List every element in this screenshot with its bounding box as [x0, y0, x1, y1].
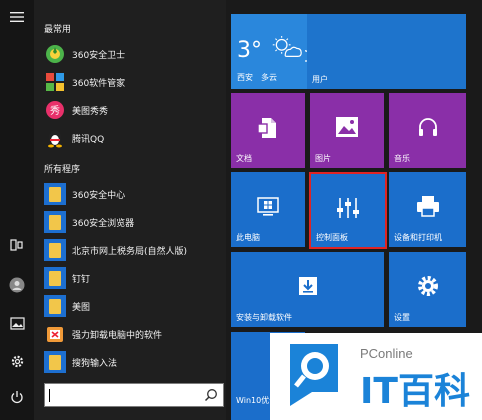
svg-text:秀: 秀	[50, 105, 60, 117]
printer-icon	[389, 194, 466, 218]
uninstall-icon	[44, 323, 66, 345]
folder-icon	[44, 351, 66, 373]
360-security-icon	[44, 43, 66, 65]
app-label: 美图	[72, 302, 91, 313]
tile-label: 设备和打印机	[394, 233, 442, 242]
devices-printers-tile[interactable]: 设备和打印机	[389, 172, 466, 247]
install-uninstall-tile[interactable]: 安装与卸载软件	[231, 252, 384, 327]
app-list: 最常用 360安全卫士 360软件管家 秀 美图秀秀 腾讯QQ 所有程序 360…	[34, 0, 226, 420]
weather-temperature: 3°	[237, 38, 262, 63]
app-item-meitu[interactable]: 美图	[44, 294, 224, 318]
weather-city: 西安	[237, 73, 253, 82]
app-item-sogou-input[interactable]: 搜狗输入法	[44, 350, 224, 374]
tile-label: 安装与卸载软件	[236, 313, 292, 322]
folder-icon	[44, 183, 66, 205]
watermark-brand-small: PConline	[360, 346, 413, 361]
weather-tile-content: 3° 西安 多云	[231, 14, 305, 89]
documents-tile[interactable]: 文档	[231, 93, 305, 168]
install-download-icon	[231, 274, 384, 298]
app-item-360-software-manager[interactable]: 360软件管家	[44, 70, 224, 94]
tile-label: 用户	[312, 75, 328, 84]
app-label: 360安全浏览器	[72, 218, 135, 229]
pictures-icon	[310, 115, 384, 139]
text-caret	[49, 389, 50, 402]
user-avatar-icon[interactable]	[8, 276, 26, 294]
360-software-manager-icon	[44, 71, 66, 93]
app-item-360-security[interactable]: 360安全卫士	[44, 42, 224, 66]
tablet-mode-icon[interactable]	[8, 236, 26, 254]
music-tile[interactable]: 音乐	[389, 93, 466, 168]
search-icon[interactable]	[204, 388, 218, 402]
weather-condition: 多云	[261, 73, 277, 82]
pictures-icon[interactable]	[8, 314, 26, 332]
hamburger-menu-icon[interactable]	[8, 8, 26, 26]
app-label: 强力卸载电脑中的软件	[72, 330, 163, 341]
tile-label: 图片	[315, 154, 331, 163]
tile-label: 文档	[236, 154, 252, 163]
most-used-header: 最常用	[44, 25, 72, 35]
magnifier-logo-icon	[290, 344, 338, 406]
app-item-uninstaller[interactable]: 强力卸载电脑中的软件	[44, 322, 224, 346]
qq-penguin-icon	[44, 127, 66, 149]
pictures-tile[interactable]: 图片	[310, 93, 384, 168]
app-label: 360安全中心	[72, 190, 126, 201]
tile-label: 音乐	[394, 154, 410, 163]
app-item-360-security-center[interactable]: 360安全中心	[44, 182, 224, 206]
power-icon[interactable]	[8, 388, 26, 406]
app-label: 美图秀秀	[72, 106, 109, 117]
sliders-icon	[311, 196, 385, 220]
app-label: 北京市网上税务局(自然人版)	[72, 246, 188, 257]
folder-icon	[44, 267, 66, 289]
all-apps-header: 所有程序	[44, 165, 81, 175]
folder-icon	[44, 239, 66, 261]
settings-tile[interactable]: 设置	[389, 252, 466, 327]
meitu-xiuxiu-icon: 秀	[44, 99, 66, 121]
app-item-tencent-qq[interactable]: 腾讯QQ	[44, 126, 224, 150]
folder-icon	[44, 295, 66, 317]
this-pc-tile[interactable]: 此电脑	[231, 172, 305, 247]
partly-cloudy-icon	[272, 35, 302, 57]
app-label: 钉钉	[72, 274, 91, 285]
tile-label: 设置	[394, 313, 410, 322]
app-item-meitu-xiuxiu[interactable]: 秀 美图秀秀	[44, 98, 224, 122]
windows-monitor-icon	[231, 196, 305, 218]
app-label: 360软件管家	[72, 78, 126, 89]
search-input[interactable]	[44, 383, 224, 407]
settings-gear-icon[interactable]	[8, 352, 26, 370]
headphones-icon	[389, 115, 466, 139]
app-item-360-browser[interactable]: 360安全浏览器	[44, 210, 224, 234]
user-tile[interactable]: 用户	[307, 14, 466, 89]
app-label: 搜狗输入法	[72, 358, 118, 369]
start-rail	[0, 0, 34, 420]
app-label: 腾讯QQ	[72, 134, 105, 145]
watermark-brand-large: IT百科	[360, 371, 470, 412]
settings-gear-icon	[389, 274, 466, 298]
tile-label: 此电脑	[236, 233, 260, 242]
app-label: 360安全卫士	[72, 50, 126, 61]
documents-icon	[231, 115, 305, 141]
tile-label: 控制面板	[316, 233, 348, 242]
folder-icon	[44, 211, 66, 233]
app-item-beijing-tax[interactable]: 北京市网上税务局(自然人版)	[44, 238, 224, 262]
control-panel-tile[interactable]: 控制面板	[309, 172, 387, 249]
app-item-dingtalk[interactable]: 钉钉	[44, 266, 224, 290]
